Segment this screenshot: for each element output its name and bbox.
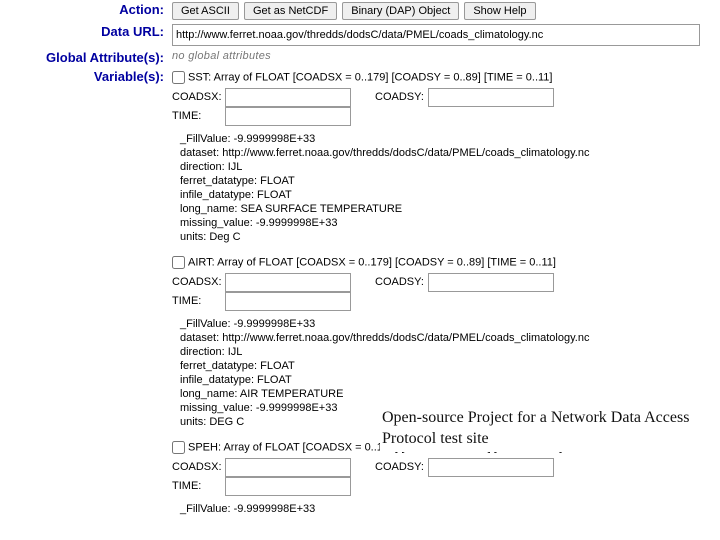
- meta-row: ferret_datatype: FLOAT: [180, 359, 716, 373]
- meta-row: units: Deg C: [180, 230, 716, 244]
- dim-input-speh-time[interactable]: [225, 477, 351, 496]
- data-url-input[interactable]: [172, 24, 700, 46]
- variable-meta-sst: _FillValue: -9.9999998E+33dataset: http:…: [180, 132, 716, 244]
- meta-row: missing_value: -9.9999998E+33: [180, 216, 716, 230]
- dim-group-coadsx: COADSX:: [172, 88, 351, 107]
- dim-input-sst-time[interactable]: [225, 107, 351, 126]
- data-url-label: Data URL:: [0, 22, 168, 48]
- meta-row: dataset: http://www.ferret.noaa.gov/thre…: [180, 331, 716, 345]
- dim-label-coadsy: COADSY:: [375, 461, 428, 473]
- dim-label-coadsx: COADSX:: [172, 461, 225, 473]
- dim-input-airt-coadsx[interactable]: [225, 273, 351, 292]
- dim-input-airt-time[interactable]: [225, 292, 351, 311]
- binary-dap-button[interactable]: Binary (DAP) Object: [342, 2, 459, 20]
- dim-label-coadsy: COADSY:: [375, 276, 428, 288]
- variable-dims-speh: COADSX: COADSY: TIME:: [172, 458, 716, 496]
- meta-row: _FillValue: -9.9999998E+33: [180, 132, 716, 146]
- dim-input-sst-coadsx[interactable]: [225, 88, 351, 107]
- dim-group-time: TIME:: [172, 107, 351, 126]
- dim-label-coadsx: COADSX:: [172, 91, 225, 103]
- dim-label-time: TIME:: [172, 295, 225, 307]
- overlay-caption: Open-source Project for a Network Data A…: [380, 406, 720, 452]
- meta-row: long_name: SEA SURFACE TEMPERATURE: [180, 202, 716, 216]
- dim-group-coadsy: COADSY:: [375, 88, 554, 107]
- dim-label-time: TIME:: [172, 110, 225, 122]
- action-buttons: Get ASCII Get as NetCDF Binary (DAP) Obj…: [168, 0, 720, 22]
- variable-header-sst: SST: Array of FLOAT [COADSX = 0..179] [C…: [172, 69, 716, 86]
- variable-checkbox-airt[interactable]: [172, 256, 185, 269]
- meta-row: infile_datatype: FLOAT: [180, 188, 716, 202]
- dim-group-coadsx: COADSX:: [172, 273, 351, 292]
- variable-meta-speh: _FillValue: -9.9999998E+33: [180, 502, 716, 516]
- dim-group-coadsy: COADSY:: [375, 458, 554, 477]
- dim-group-coadsy: COADSY:: [375, 273, 554, 292]
- variables-label: Variable(s):: [0, 67, 168, 528]
- action-label: Action:: [0, 0, 168, 22]
- meta-row: long_name: AIR TEMPERATURE: [180, 387, 716, 401]
- global-attributes-value: no global attributes: [172, 50, 271, 62]
- dim-group-coadsx: COADSX:: [172, 458, 351, 477]
- variable-dims-sst: COADSX: COADSY: TIME:: [172, 88, 716, 126]
- variable-checkbox-speh[interactable]: [172, 441, 185, 454]
- variable-dims-airt: COADSX: COADSY: TIME:: [172, 273, 716, 311]
- meta-row: _FillValue: -9.9999998E+33: [180, 317, 716, 331]
- meta-row: direction: IJL: [180, 345, 716, 359]
- dim-input-speh-coadsy[interactable]: [428, 458, 554, 477]
- get-netcdf-button[interactable]: Get as NetCDF: [244, 2, 337, 20]
- dim-group-time: TIME:: [172, 292, 351, 311]
- meta-row: _FillValue: -9.9999998E+33: [180, 502, 716, 516]
- meta-row: direction: IJL: [180, 160, 716, 174]
- dim-input-airt-coadsy[interactable]: [428, 273, 554, 292]
- meta-row: infile_datatype: FLOAT: [180, 373, 716, 387]
- meta-row: dataset: http://www.ferret.noaa.gov/thre…: [180, 146, 716, 160]
- global-attributes-label: Global Attribute(s):: [0, 48, 168, 67]
- variable-title-airt: AIRT: Array of FLOAT [COADSX = 0..179] […: [188, 256, 556, 268]
- dim-group-time: TIME:: [172, 477, 351, 496]
- variable-checkbox-sst[interactable]: [172, 71, 185, 84]
- dim-label-coadsx: COADSX:: [172, 276, 225, 288]
- dim-label-time: TIME:: [172, 480, 225, 492]
- variable-header-airt: AIRT: Array of FLOAT [COADSX = 0..179] […: [172, 254, 716, 271]
- show-help-button[interactable]: Show Help: [464, 2, 535, 20]
- dim-input-sst-coadsy[interactable]: [428, 88, 554, 107]
- variable-title-sst: SST: Array of FLOAT [COADSX = 0..179] [C…: [188, 71, 552, 83]
- dim-label-coadsy: COADSY:: [375, 91, 428, 103]
- get-ascii-button[interactable]: Get ASCII: [172, 2, 239, 20]
- dim-input-speh-coadsx[interactable]: [225, 458, 351, 477]
- meta-row: ferret_datatype: FLOAT: [180, 174, 716, 188]
